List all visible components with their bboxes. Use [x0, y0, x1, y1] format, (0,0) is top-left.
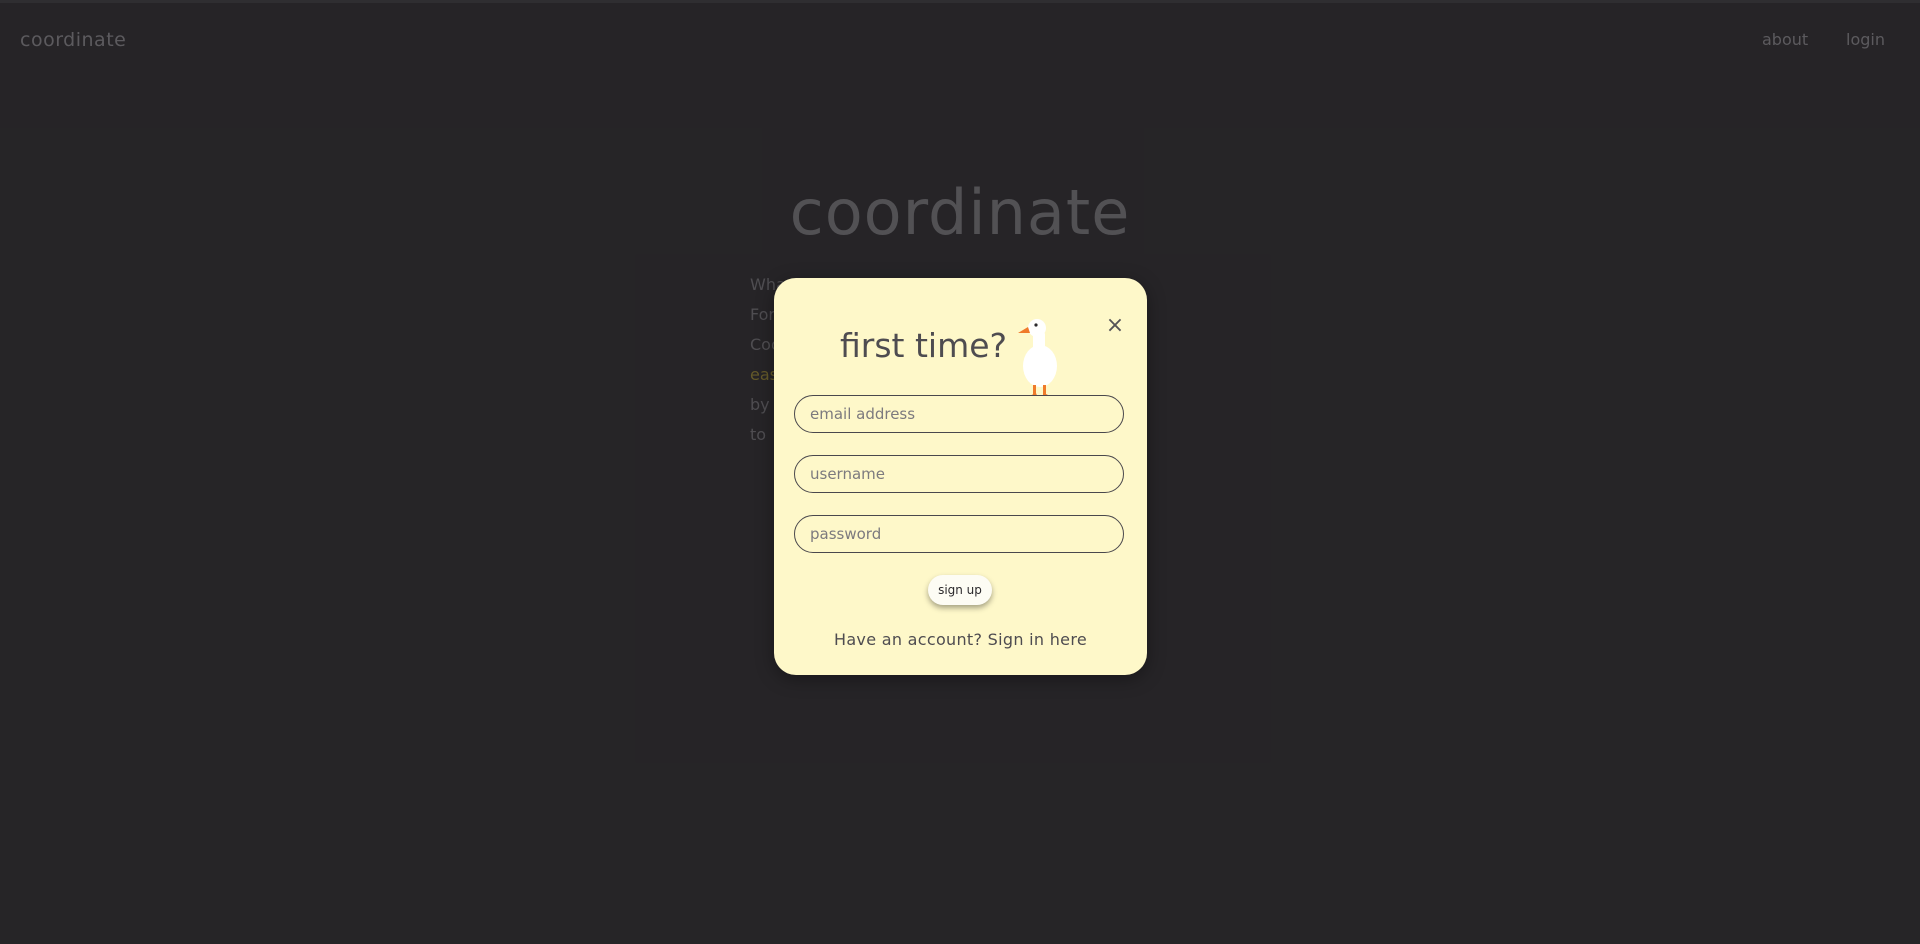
username-field[interactable] [794, 455, 1124, 493]
modal-title: first time? [840, 326, 1008, 365]
email-field[interactable] [794, 395, 1124, 433]
sign-up-button[interactable]: sign up [928, 575, 992, 605]
close-icon[interactable]: × [1104, 315, 1126, 337]
goose-mascot-icon [1018, 319, 1057, 398]
password-field[interactable] [794, 515, 1124, 553]
signup-modal: first time? × sign up Have an account? S… [774, 278, 1147, 675]
sign-in-link[interactable]: Have an account? Sign in here [774, 630, 1147, 649]
